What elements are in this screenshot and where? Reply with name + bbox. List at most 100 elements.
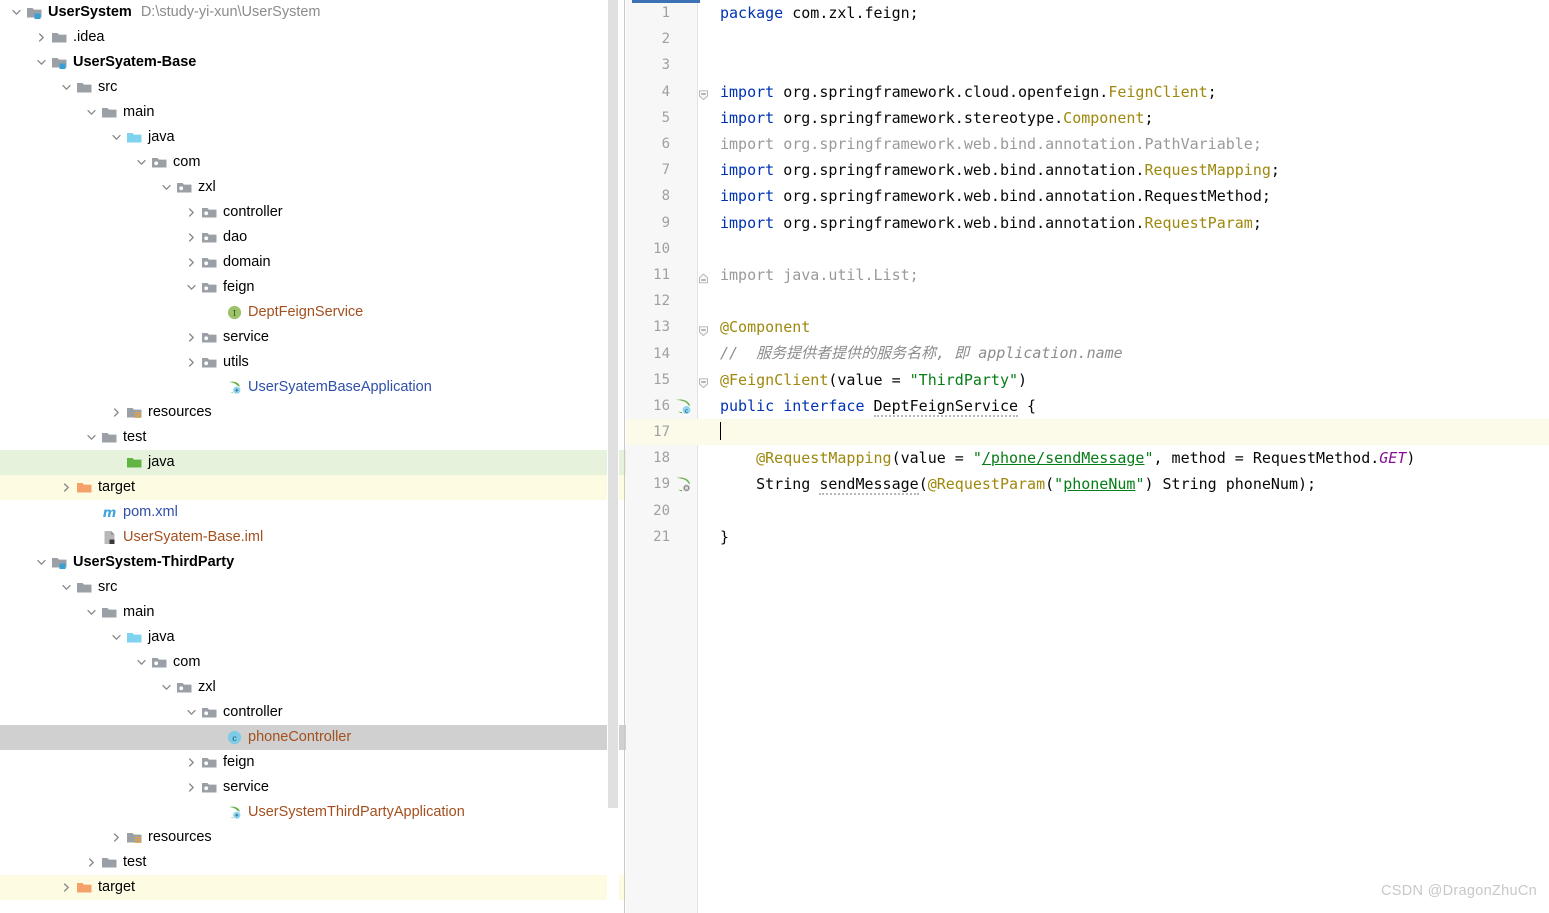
tree-row[interactable]: service	[0, 775, 626, 800]
chevron-right-icon[interactable]	[110, 406, 123, 419]
chevron-right-icon[interactable]	[185, 231, 198, 244]
code-lines[interactable]: 1 package com.zxl.feign; 2 3 4 import org.spr…	[626, 0, 1549, 913]
chevron-down-icon[interactable]	[185, 281, 198, 294]
tree-row[interactable]: test	[0, 850, 626, 875]
code-line[interactable]: 15 @FeignClient(value = "ThirdParty")	[626, 367, 1549, 393]
chevron-down-icon[interactable]	[85, 606, 98, 619]
code-line[interactable]: 18 @RequestMapping(value = "/phone/sendM…	[626, 445, 1549, 471]
line-number: 13	[653, 319, 670, 336]
tree-row[interactable]: zxl	[0, 675, 626, 700]
chevron-down-icon[interactable]	[110, 131, 123, 144]
code-line[interactable]: 19 String sendMessage(@RequestParam("pho…	[626, 471, 1549, 497]
tree-row[interactable]: target	[0, 475, 626, 500]
chevron-down-icon[interactable]	[185, 706, 198, 719]
code-line[interactable]: 13 @Component	[626, 314, 1549, 340]
tree-row[interactable]: feign	[0, 275, 626, 300]
chevron-right-icon[interactable]	[185, 256, 198, 269]
code-line[interactable]: 17	[626, 419, 1549, 446]
chevron-right-icon[interactable]	[185, 206, 198, 219]
fold-open-icon[interactable]	[698, 82, 710, 101]
chevron-right-icon[interactable]	[185, 781, 198, 794]
chevron-down-icon[interactable]	[60, 81, 73, 94]
tree-row[interactable]: main	[0, 100, 626, 125]
tree-row[interactable]: domain	[0, 250, 626, 275]
chevron-right-icon[interactable]	[35, 31, 48, 44]
chevron-down-icon[interactable]	[60, 581, 73, 594]
chevron-right-icon[interactable]	[185, 756, 198, 769]
fold-open-icon[interactable]	[698, 370, 710, 389]
tree-row[interactable]: UserSyatem-Base.iml	[0, 525, 626, 550]
tree-row[interactable]: controller	[0, 700, 626, 725]
tree-row[interactable]: java	[0, 625, 626, 650]
chevron-down-icon[interactable]	[160, 681, 173, 694]
code-line[interactable]: 6 import org.springframework.web.bind.ann…	[626, 131, 1549, 157]
fold-close-icon[interactable]	[698, 265, 710, 284]
tree-row[interactable]: java	[0, 125, 626, 150]
code-line[interactable]: 12	[626, 288, 1549, 314]
spring-bean-icon[interactable]: c	[672, 393, 698, 419]
panel-divider[interactable]	[624, 0, 625, 913]
tree-row[interactable]: resources	[0, 825, 626, 850]
chevron-right-icon[interactable]	[60, 881, 73, 894]
tree-row[interactable]: UserSyatemBaseApplication	[0, 375, 626, 400]
tree-row[interactable]: service	[0, 325, 626, 350]
code-line[interactable]: 4 import org.springframework.cloud.openfe…	[626, 79, 1549, 105]
chevron-down-icon[interactable]	[160, 181, 173, 194]
package-icon	[201, 279, 218, 296]
code-line[interactable]: 14 // 服务提供者提供的服务名称, 即 application.name	[626, 340, 1549, 366]
code-line[interactable]: 5 import org.springframework.stereotype.C…	[626, 105, 1549, 131]
chevron-down-icon[interactable]	[135, 656, 148, 669]
tree-row[interactable]: c phoneController	[0, 725, 626, 750]
chevron-right-icon[interactable]	[60, 481, 73, 494]
tree-row[interactable]: target	[0, 875, 626, 900]
code-line[interactable]: 20	[626, 498, 1549, 524]
chevron-down-icon[interactable]	[35, 56, 48, 69]
tree-scrollbar-thumb[interactable]	[608, 0, 618, 808]
tree-row[interactable]: com	[0, 150, 626, 175]
chevron-down-icon[interactable]	[135, 156, 148, 169]
chevron-right-icon[interactable]	[185, 356, 198, 369]
code-line[interactable]: 16 c public interface DeptFeignService {	[626, 393, 1549, 419]
chevron-right-icon[interactable]	[185, 331, 198, 344]
chevron-down-icon[interactable]	[110, 631, 123, 644]
tree-row[interactable]: resources	[0, 400, 626, 425]
tree-row[interactable]: UserSystem-ThirdParty	[0, 550, 626, 575]
tree-row[interactable]: .idea	[0, 25, 626, 50]
tree-row[interactable]: dao	[0, 225, 626, 250]
tree-row[interactable]: UserSystem D:\study-yi-xun\UserSystem	[0, 0, 626, 25]
tree-row[interactable]: main	[0, 600, 626, 625]
code-line[interactable]: 21}	[626, 524, 1549, 550]
tree-row[interactable]: test	[0, 425, 626, 450]
code-line[interactable]: 3	[626, 52, 1549, 78]
chevron-right-icon[interactable]	[110, 831, 123, 844]
tree-row[interactable]: controller	[0, 200, 626, 225]
tree-row[interactable]: zxl	[0, 175, 626, 200]
module-folder-icon	[26, 4, 43, 21]
code-line[interactable]: 2	[626, 26, 1549, 52]
code-line[interactable]: 11 import java.util.List;	[626, 262, 1549, 288]
fold-open-icon[interactable]	[698, 318, 710, 337]
chevron-down-icon[interactable]	[85, 431, 98, 444]
code-line[interactable]: 7 import org.springframework.web.bind.ann…	[626, 157, 1549, 183]
tree-row[interactable]: UserSystemThirdPartyApplication	[0, 800, 626, 825]
tree-row[interactable]: src	[0, 75, 626, 100]
chevron-down-icon[interactable]	[35, 556, 48, 569]
code-line[interactable]: 9 import org.springframework.web.bind.ann…	[626, 210, 1549, 236]
project-tree-list[interactable]: UserSystem D:\study-yi-xun\UserSystem .ide…	[0, 0, 626, 913]
code-line[interactable]: 10	[626, 236, 1549, 262]
chevron-right-icon[interactable]	[85, 856, 98, 869]
chevron-down-icon[interactable]	[10, 6, 23, 19]
tree-row[interactable]: m pom.xml	[0, 500, 626, 525]
spring-method-icon[interactable]	[672, 471, 698, 497]
tree-row[interactable]: src	[0, 575, 626, 600]
tree-row[interactable]: UserSyatem-Base	[0, 50, 626, 75]
tree-row[interactable]: feign	[0, 750, 626, 775]
tree-row[interactable]: java	[0, 450, 626, 475]
code-line[interactable]: 8 import org.springframework.web.bind.ann…	[626, 183, 1549, 209]
chevron-down-icon[interactable]	[85, 106, 98, 119]
tree-row[interactable]: utils	[0, 350, 626, 375]
tree-item-label: resources	[148, 404, 212, 420]
tree-row[interactable]: com	[0, 650, 626, 675]
tree-row[interactable]: I DeptFeignService	[0, 300, 626, 325]
code-line[interactable]: 1 package com.zxl.feign;	[626, 0, 1549, 26]
